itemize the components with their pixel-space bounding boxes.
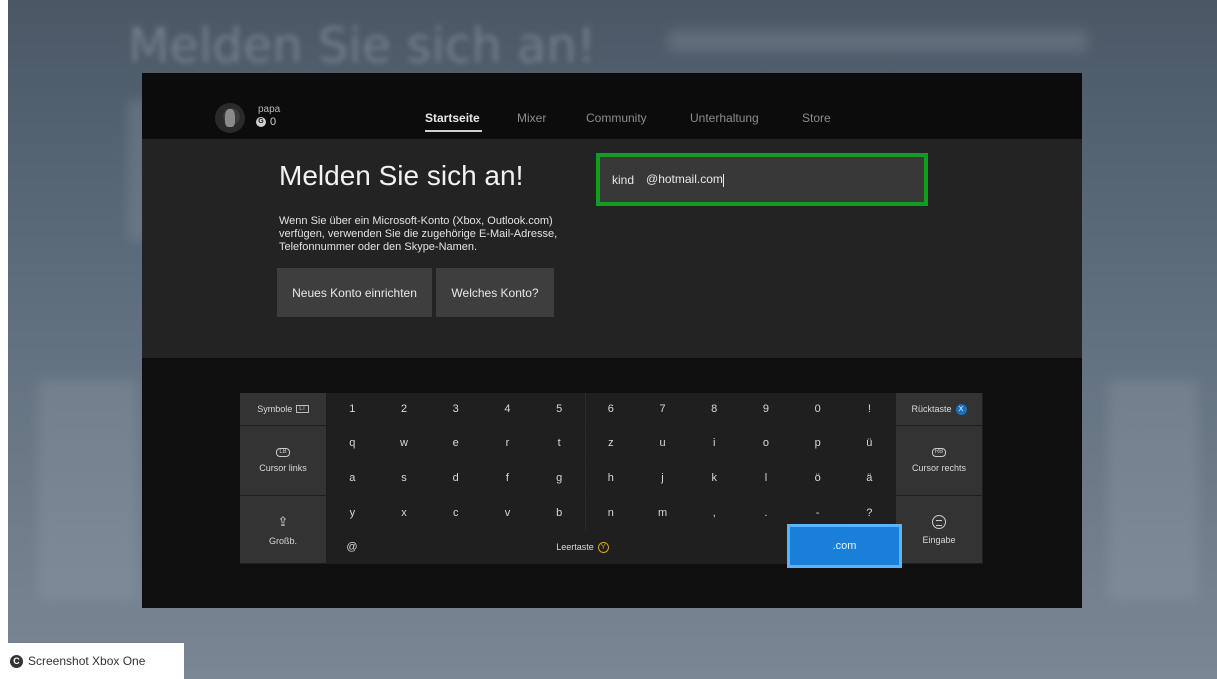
active-tab-underline (425, 130, 482, 132)
y-button-icon: Y (597, 541, 609, 553)
keyboard-key[interactable]: 7 (637, 393, 689, 426)
keyboard-key[interactable]: z (585, 426, 638, 461)
email-field[interactable]: kind @hotmail.com (596, 153, 928, 206)
keyboard-key[interactable]: a (327, 461, 379, 496)
keyboard-key[interactable]: i (688, 426, 741, 461)
keyboard-key[interactable]: j (637, 461, 689, 496)
background-blur-shape (1108, 380, 1198, 600)
keyboard-key[interactable]: w (378, 426, 431, 461)
lb-icon: LB (276, 448, 290, 457)
keyboard-key[interactable]: t (533, 426, 586, 461)
keyboard-key[interactable]: 9 (740, 393, 793, 426)
keyboard-key[interactable]: p (792, 426, 844, 461)
enter-key[interactable]: Eingabe (896, 496, 983, 564)
keyboard-key[interactable]: . (740, 496, 793, 531)
keyboard-key[interactable]: c (430, 496, 483, 531)
xbox-screen: papa G 0 Startseite Mixer Community Unte… (142, 73, 1082, 608)
tab-mixer[interactable]: Mixer (517, 111, 546, 125)
tab-community[interactable]: Community (586, 111, 647, 125)
keyboard-key[interactable]: q (327, 426, 379, 461)
background-title: Melden Sie sich an! (128, 18, 597, 74)
shift-icon: ⇪ (277, 513, 289, 529)
keyboard-key[interactable]: ! (844, 393, 896, 426)
which-account-button[interactable]: Welches Konto? (436, 268, 554, 317)
avatar[interactable] (215, 103, 245, 133)
backspace-key[interactable]: Rücktaste X (896, 393, 983, 426)
text-caret (722, 173, 724, 187)
keyboard-key[interactable]: d (430, 461, 483, 496)
copyright-icon: C (10, 654, 23, 668)
shift-key[interactable]: ⇪ Großb. (240, 496, 327, 564)
keyboard-key[interactable]: m (637, 496, 689, 531)
tab-unterhaltung[interactable]: Unterhaltung (690, 111, 759, 125)
top-bar: papa G 0 Startseite Mixer Community Unte… (142, 73, 1082, 139)
keyboard-key[interactable]: 4 (482, 393, 534, 426)
at-key[interactable]: @ (327, 531, 378, 564)
gamerscore-icon: G (256, 117, 266, 127)
keyboard-key[interactable]: 6 (585, 393, 638, 426)
email-name-text: kind (612, 172, 635, 187)
lt-icon: LT (296, 405, 309, 413)
gamerscore-value: 0 (270, 116, 277, 128)
gamer-score: G 0 (256, 116, 276, 128)
tab-store[interactable]: Store (802, 111, 831, 125)
menu-button-icon (932, 514, 946, 529)
keyboard-key[interactable]: u (637, 426, 689, 461)
image-caption: C Screenshot Xbox One (0, 643, 184, 679)
background-blur-shape (668, 30, 1088, 52)
keyboard-key[interactable]: r (482, 426, 534, 461)
keyboard-key[interactable]: , (688, 496, 741, 531)
keyboard-key[interactable]: b (533, 496, 586, 531)
keyboard-key[interactable]: 3 (430, 393, 483, 426)
keyboard-key[interactable]: k (688, 461, 741, 496)
keyboard-key[interactable]: ü (844, 426, 896, 461)
cursor-right-key[interactable]: RB Cursor rechts (896, 426, 983, 496)
cursor-left-key[interactable]: LB Cursor links (240, 426, 327, 496)
keyboard-key[interactable]: y (327, 496, 379, 531)
new-account-button[interactable]: Neues Konto einrichten (277, 268, 432, 317)
keyboard-key[interactable]: 2 (378, 393, 431, 426)
email-domain-text: @hotmail.com (646, 172, 724, 187)
tab-startseite[interactable]: Startseite (425, 111, 480, 125)
keyboard-key[interactable]: o (740, 426, 793, 461)
caption-text: Screenshot Xbox One (28, 654, 146, 668)
keyboard-key[interactable]: 8 (688, 393, 741, 426)
symbols-key[interactable]: Symbole LT (240, 393, 327, 426)
keyboard-key[interactable]: h (585, 461, 638, 496)
keyboard-key[interactable]: 0 (792, 393, 844, 426)
page-title: Melden Sie sich an! (279, 160, 524, 191)
keyboard-key[interactable]: 5 (533, 393, 586, 426)
signin-description: Wenn Sie über ein Microsoft-Konto (Xbox,… (279, 215, 558, 253)
keyboard-key[interactable]: s (378, 461, 431, 496)
keyboard-key[interactable]: l (740, 461, 793, 496)
keyboard-key[interactable]: n (585, 496, 638, 531)
keyboard-key[interactable]: ä (844, 461, 896, 496)
keyboard-key[interactable]: 1 (327, 393, 379, 426)
keyboard-key[interactable]: f (482, 461, 534, 496)
x-button-icon: X (955, 403, 967, 415)
keyboard-key[interactable]: g (533, 461, 586, 496)
keyboard-key[interactable]: v (482, 496, 534, 531)
rb-icon: RB (932, 448, 946, 457)
dotcom-key[interactable]: .com (787, 524, 902, 568)
keyboard-key[interactable]: e (430, 426, 483, 461)
background-blur-shape (38, 380, 138, 600)
keyboard-key[interactable]: x (378, 496, 431, 531)
profile-name: papa (258, 104, 281, 115)
keyboard-key[interactable]: ö (792, 461, 844, 496)
space-key[interactable]: Leertaste Y (378, 531, 788, 564)
